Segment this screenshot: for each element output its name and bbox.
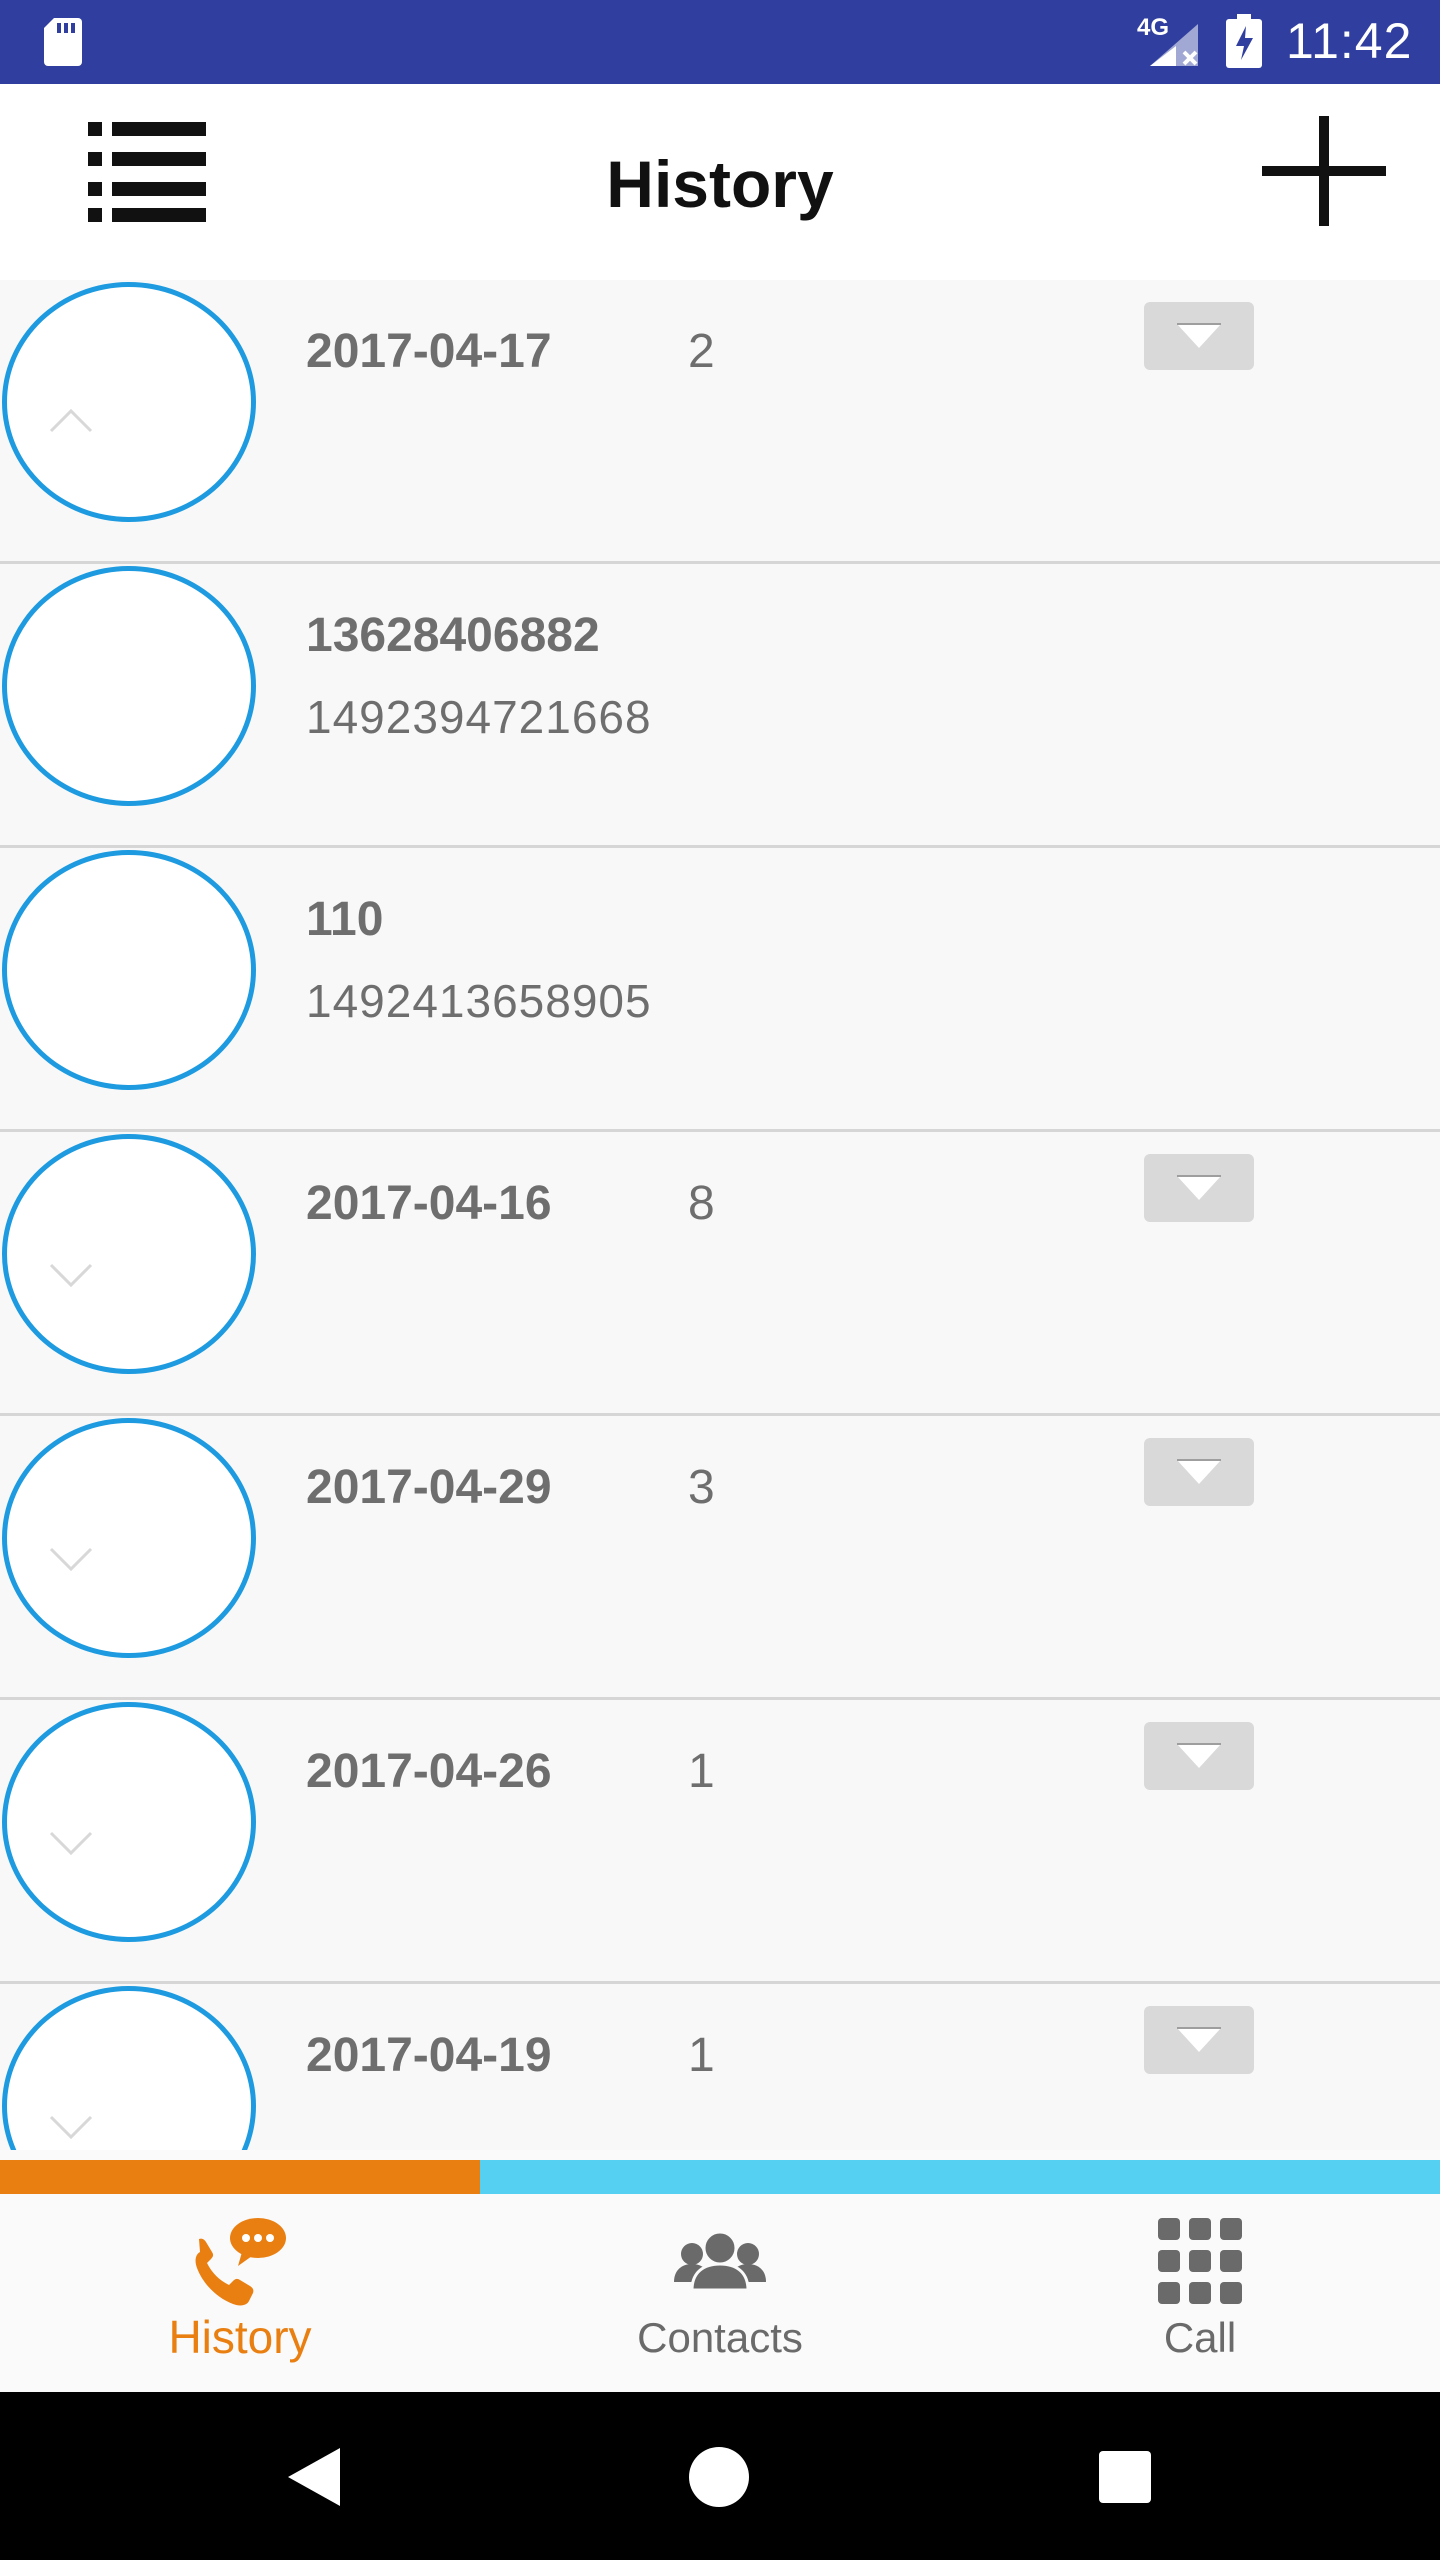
app-toolbar: History	[0, 84, 1440, 280]
sd-card-icon	[44, 18, 82, 66]
chevron-down-icon	[49, 1263, 93, 1288]
history-group-row[interactable]: 2017-04-26 1	[0, 1700, 1440, 1984]
plus-icon[interactable]	[1262, 116, 1386, 226]
dialpad-icon	[1158, 2218, 1242, 2304]
nav-label-history: History	[168, 2311, 312, 2363]
history-group-row[interactable]: 2017-04-29 3	[0, 1416, 1440, 1700]
nav-label-call: Call	[1163, 2314, 1237, 2361]
group-count: 8	[688, 1177, 715, 1230]
dropdown-button[interactable]	[1144, 302, 1254, 370]
entry-number: 110	[306, 893, 384, 946]
nav-tab-contacts[interactable]: Contacts	[480, 2194, 960, 2392]
chevron-down-icon	[49, 1831, 93, 1856]
entry-number: 13628406882	[306, 609, 600, 662]
avatar	[2, 566, 256, 806]
history-entry-row[interactable]: 110 1492413658905	[0, 848, 1440, 1132]
group-date: 2017-04-19	[306, 2029, 552, 2082]
chevron-up-icon	[49, 408, 93, 433]
history-group-row[interactable]: 2017-04-16 8	[0, 1132, 1440, 1416]
recents-icon[interactable]	[1090, 2442, 1160, 2512]
history-group-row[interactable]: 2017-04-17 2	[0, 280, 1440, 564]
group-count: 1	[688, 2029, 715, 2082]
status-clock: 11:42	[1286, 13, 1413, 69]
page-title: History	[606, 147, 834, 221]
nav-label-contacts: Contacts	[637, 2314, 803, 2361]
dropdown-button[interactable]	[1144, 2006, 1254, 2074]
dropdown-button[interactable]	[1144, 1722, 1254, 1790]
group-date: 2017-04-17	[306, 325, 552, 378]
triangle-down-icon	[1177, 323, 1221, 348]
app-root: 4G 11:42 History 2017-04-17 2 1362840688…	[0, 0, 1440, 2560]
bottom-nav: History Contacts Call	[0, 2194, 1440, 2392]
avatar	[2, 850, 256, 1090]
signal-icon	[1150, 24, 1198, 66]
group-date: 2017-04-29	[306, 1461, 552, 1514]
entry-timestamp: 1492413658905	[306, 975, 652, 1027]
group-count: 2	[688, 325, 715, 378]
avatar	[2, 1134, 256, 1374]
back-icon[interactable]	[282, 2442, 352, 2512]
triangle-down-icon	[1177, 1743, 1221, 1768]
entry-timestamp: 1492394721668	[306, 691, 652, 743]
tab-indicator	[0, 2160, 1440, 2194]
phone-chat-icon	[195, 2218, 286, 2306]
triangle-down-icon	[1177, 1459, 1221, 1484]
chevron-down-icon	[49, 2115, 93, 2140]
avatar	[2, 1702, 256, 1942]
nav-tab-call[interactable]: Call	[960, 2194, 1440, 2392]
status-bar: 4G 11:42	[0, 0, 1440, 84]
group-count: 1	[688, 1745, 715, 1798]
dropdown-button[interactable]	[1144, 1154, 1254, 1222]
chevron-down-icon	[49, 1547, 93, 1572]
dropdown-button[interactable]	[1144, 1438, 1254, 1506]
group-count: 3	[688, 1461, 715, 1514]
history-list[interactable]: 2017-04-17 2 13628406882 1492394721668 1…	[0, 280, 1440, 2150]
history-group-row[interactable]: 2017-04-19 1	[0, 1984, 1440, 2150]
avatar	[2, 1418, 256, 1658]
triangle-down-icon	[1177, 1175, 1221, 1200]
tab-indicator-active	[0, 2160, 480, 2194]
home-icon[interactable]	[684, 2442, 754, 2512]
triangle-down-icon	[1177, 2027, 1221, 2052]
group-date: 2017-04-26	[306, 1745, 552, 1798]
battery-charging-icon	[1226, 14, 1262, 68]
avatar	[2, 1986, 256, 2150]
contacts-group-icon	[674, 2230, 766, 2292]
history-entry-row[interactable]: 13628406882 1492394721668	[0, 564, 1440, 848]
group-date: 2017-04-16	[306, 1177, 552, 1230]
nav-tab-history[interactable]: History	[0, 2194, 480, 2392]
system-nav-bar	[0, 2392, 1440, 2560]
avatar	[2, 282, 256, 522]
